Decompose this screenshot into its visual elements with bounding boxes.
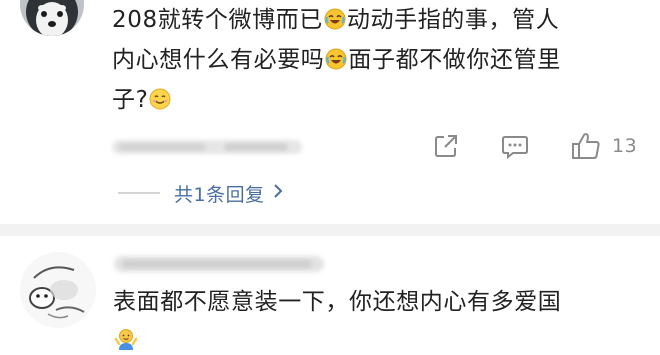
shrug-emoji-icon	[114, 328, 138, 352]
comment-text: 表面都不愿意装一下，你还想内心有多爱国	[113, 289, 562, 315]
smile-emoji-icon	[149, 88, 171, 110]
comment-text: 208就转个微博而已 动动手指的事，管人 内心想什么有必要吗 面子都不做你还管里 子…	[112, 0, 647, 120]
comment-text-segment: 208就转个微博而已	[112, 7, 323, 33]
comment-text-segment: 动动手指的事，管人	[346, 7, 560, 33]
comment-text-segment: 面子都不做你还管里	[348, 47, 561, 73]
laugh-cry-emoji-icon	[324, 8, 346, 30]
comment-thread: 208就转个微博而已 动动手指的事，管人 内心想什么有必要吗 面子都不做你还管里 子…	[0, 0, 660, 355]
blurred-metadata	[112, 140, 302, 154]
replies-row: 共1条回复	[118, 176, 283, 210]
section-divider	[0, 224, 660, 236]
comment-text-segment: 子?	[112, 87, 149, 113]
share-button[interactable]	[432, 128, 460, 164]
like-count: 13	[612, 135, 638, 157]
laugh-cry-emoji-icon	[325, 48, 347, 70]
replies-divider-dash	[118, 192, 160, 194]
comment-button[interactable]	[500, 128, 530, 164]
view-replies-link[interactable]: 共1条回复	[174, 180, 283, 207]
cartoon-seal-avatar-image	[20, 252, 96, 328]
blurred-username	[114, 256, 324, 272]
husky-avatar-image	[20, 0, 84, 36]
view-replies-label: 共1条回复	[174, 183, 265, 206]
thumbs-up-icon	[572, 133, 600, 159]
comment-icon	[502, 136, 528, 160]
like-button[interactable]: 13	[570, 128, 637, 164]
share-icon	[435, 135, 457, 157]
avatar[interactable]	[20, 252, 96, 328]
chevron-right-icon	[273, 182, 283, 204]
avatar[interactable]	[20, 0, 84, 36]
comment-text-segment: 内心想什么有必要吗	[112, 47, 325, 73]
